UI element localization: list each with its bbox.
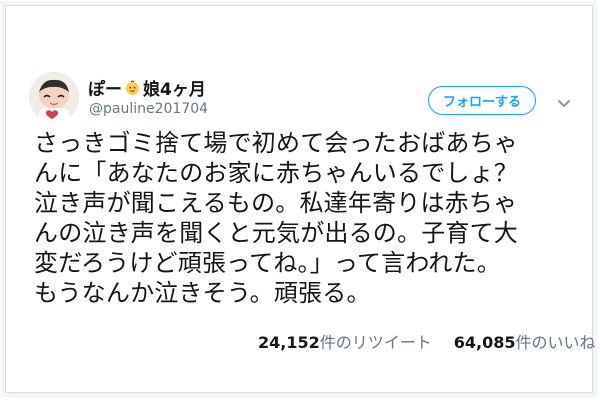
display-name-suffix: 娘4ヶ月 — [143, 80, 206, 100]
avatar[interactable] — [29, 72, 79, 122]
tweet-text: さっきゴミ捨て場で初めて会ったおばあちゃ んに「あなたのお家に赤ちゃんいるでしょ… — [34, 129, 518, 307]
tweet-stats: 24,152件のリツイート 64,085件のいいね — [258, 329, 596, 353]
baby-face-icon — [124, 79, 141, 96]
like-count: 64,085 — [453, 333, 516, 352]
retweet-count: 24,152 — [258, 333, 320, 352]
chevron-down-icon[interactable] — [557, 94, 571, 107]
retweet-stat[interactable]: 24,152件のリツイート — [258, 329, 432, 353]
display-name: ぽー — [88, 80, 122, 100]
user-name-row[interactable]: ぽー 娘4ヶ月 — [88, 75, 206, 100]
user-handle[interactable]: @pauline201704 — [89, 101, 208, 117]
follow-button[interactable]: フォローする — [428, 86, 536, 115]
like-label: 件のいいね — [515, 333, 596, 352]
baby-avatar-icon — [29, 72, 79, 122]
retweet-label: 件のリツイート — [319, 333, 432, 352]
like-stat[interactable]: 64,085件のいいね — [454, 329, 596, 353]
